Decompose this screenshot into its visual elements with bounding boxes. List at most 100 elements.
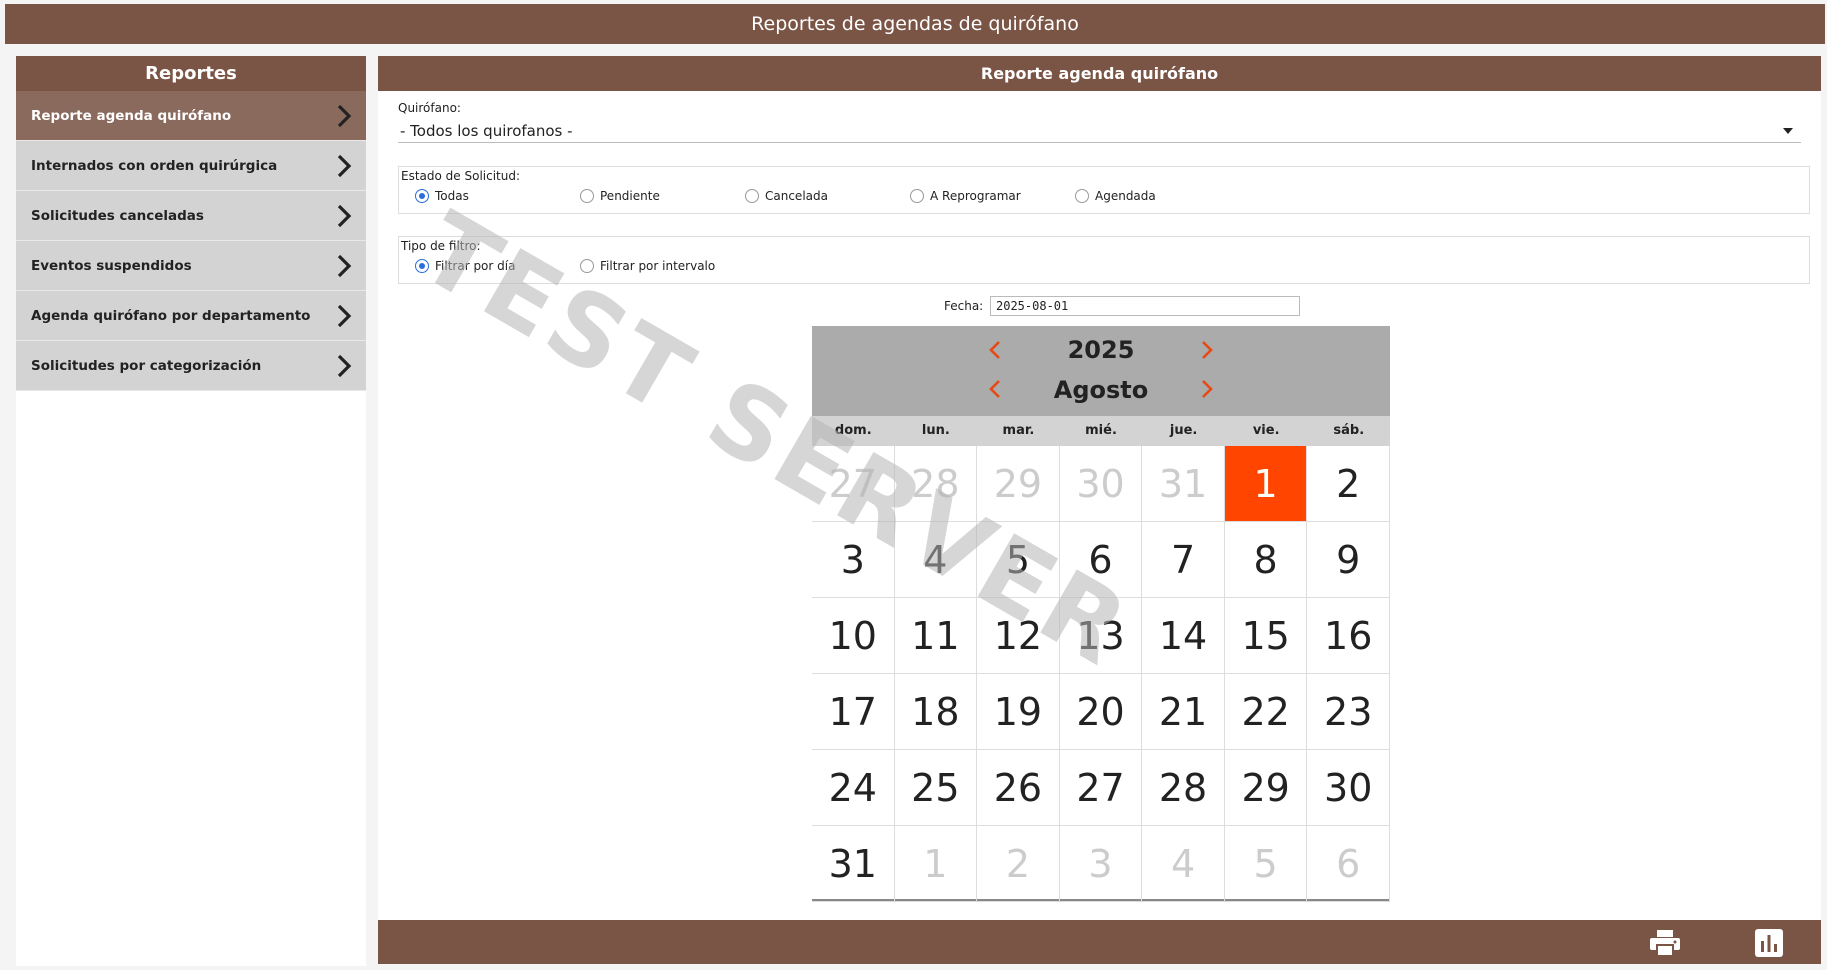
calendar-day-selected[interactable]: 1 <box>1224 446 1308 522</box>
chevron-right-icon <box>337 304 352 327</box>
calendar-day[interactable]: 20 <box>1059 674 1143 750</box>
calendar-day[interactable]: 31 <box>1142 446 1225 522</box>
sidebar-item-4[interactable]: Eventos suspendidos <box>16 241 366 291</box>
sidebar-item-label: Eventos suspendidos <box>31 257 192 274</box>
calendar-day[interactable]: 24 <box>812 750 895 826</box>
sidebar-item-3[interactable]: Solicitudes canceladas <box>16 191 366 241</box>
radio-label: A Reprogramar <box>930 189 1021 203</box>
filtro-radio-1[interactable]: Filtrar por día <box>415 259 580 273</box>
calendar-day[interactable]: 4 <box>1142 826 1225 902</box>
filtro-fieldset: Tipo de filtro: Filtrar por día Filtrar p… <box>398 236 1810 284</box>
calendar-day[interactable]: 26 <box>977 750 1060 826</box>
bar-chart-icon[interactable] <box>1752 928 1786 958</box>
radio-dot-icon <box>1075 189 1089 203</box>
radio-dot-icon <box>415 259 429 273</box>
chevron-right-icon <box>337 254 352 277</box>
calendar-grid: 27 28 29 30 31 1 2 3 4 5 6 7 8 9 10 11 12 13 14 15 16 17 18 19 2… <box>812 446 1390 902</box>
calendar-day[interactable]: 18 <box>894 674 978 750</box>
fecha-input[interactable] <box>990 296 1300 316</box>
chevron-right-icon <box>337 104 352 127</box>
estado-radio-1[interactable]: Todas <box>415 189 580 203</box>
calendar-day[interactable]: 2 <box>1307 446 1390 522</box>
calendar-day[interactable]: 21 <box>1142 674 1225 750</box>
calendar-day[interactable]: 15 <box>1224 598 1308 674</box>
calendar-day[interactable]: 28 <box>1142 750 1225 826</box>
print-icon[interactable] <box>1648 928 1682 958</box>
estado-radio-4[interactable]: A Reprogramar <box>910 189 1075 203</box>
calendar-day[interactable]: 16 <box>1307 598 1390 674</box>
quirofano-select[interactable]: - Todos los quirofanos - <box>398 119 1801 143</box>
calendar-day[interactable]: 6 <box>1307 826 1390 902</box>
filtro-radio-2[interactable]: Filtrar por intervalo <box>580 259 745 273</box>
weekday-header: lun. <box>921 423 950 438</box>
calendar-day[interactable]: 23 <box>1307 674 1390 750</box>
radio-label: Todas <box>435 189 469 203</box>
calendar-day[interactable]: 29 <box>1224 750 1308 826</box>
calendar-day[interactable]: 8 <box>1224 522 1308 598</box>
calendar-day[interactable]: 19 <box>977 674 1060 750</box>
radio-dot-icon <box>910 189 924 203</box>
calendar-day[interactable]: 1 <box>894 826 978 902</box>
radio-dot-icon <box>580 189 594 203</box>
sidebar-item-label: Solicitudes canceladas <box>31 207 204 224</box>
weekday-header: vie. <box>1252 423 1280 438</box>
calendar-day[interactable]: 27 <box>812 446 895 522</box>
sidebar-item-label: Agenda quirófano por departamento <box>31 307 311 324</box>
sidebar-item-1[interactable]: Reporte agenda quirófano <box>16 91 366 141</box>
calendar-day[interactable]: 17 <box>812 674 895 750</box>
radio-label: Cancelada <box>765 189 828 203</box>
calendar-day[interactable]: 30 <box>1307 750 1390 826</box>
calendar-day[interactable]: 25 <box>894 750 978 826</box>
calendar-month: Agosto <box>1053 376 1149 404</box>
estado-radio-2[interactable]: Pendiente <box>580 189 745 203</box>
calendar-day[interactable]: 3 <box>1059 826 1143 902</box>
sidebar-title: Reportes <box>16 56 366 91</box>
calendar-day[interactable]: 5 <box>1224 826 1308 902</box>
calendar-day[interactable]: 30 <box>1059 446 1143 522</box>
filtro-radio-group: Filtrar por día Filtrar por intervalo <box>401 259 1809 273</box>
calendar-day[interactable]: 14 <box>1142 598 1225 674</box>
sidebar-item-label: Solicitudes por categorización <box>31 357 262 374</box>
app-title: Reportes de agendas de quirófano <box>751 13 1079 35</box>
quirofano-field: Quirófano: - Todos los quirofanos - <box>398 101 1801 143</box>
next-year-icon[interactable] <box>1200 339 1214 361</box>
sidebar-list: Reporte agenda quirófano Internados con o… <box>16 91 366 391</box>
chevron-right-icon <box>337 154 352 177</box>
calendar-day[interactable]: 11 <box>894 598 978 674</box>
calendar-day[interactable]: 29 <box>977 446 1060 522</box>
weekday-header: dom. <box>834 423 872 438</box>
footer-bar <box>378 920 1821 964</box>
calendar-day[interactable]: 9 <box>1307 522 1390 598</box>
calendar-day[interactable]: 2 <box>977 826 1060 902</box>
calendar-day[interactable]: 12 <box>977 598 1060 674</box>
calendar-day[interactable]: 28 <box>894 446 978 522</box>
radio-label: Filtrar por día <box>435 259 516 273</box>
calendar: 2025 Agosto dom. lun. mar. mié. jue. vie. sáb.… <box>812 326 1390 902</box>
fecha-row: Fecha: <box>378 296 1821 318</box>
next-month-icon[interactable] <box>1200 378 1214 400</box>
caret-down-icon <box>1783 127 1793 134</box>
weekday-header: jue. <box>1169 423 1198 438</box>
sidebar-item-6[interactable]: Solicitudes por categorización <box>16 341 366 391</box>
weekday-row: dom. lun. mar. mié. jue. vie. sáb. <box>812 416 1390 446</box>
calendar-day[interactable]: 13 <box>1059 598 1143 674</box>
calendar-day[interactable]: 31 <box>812 826 895 902</box>
calendar-day[interactable]: 10 <box>812 598 895 674</box>
calendar-day[interactable]: 6 <box>1059 522 1143 598</box>
calendar-day[interactable]: 5 <box>977 522 1060 598</box>
sidebar-item-label: Internados con orden quirúrgica <box>31 157 278 174</box>
calendar-day[interactable]: 27 <box>1059 750 1143 826</box>
estado-label: Estado de Solicitud: <box>401 169 521 183</box>
radio-dot-icon <box>415 189 429 203</box>
calendar-day[interactable]: 3 <box>812 522 895 598</box>
filtro-label: Tipo de filtro: <box>401 239 481 253</box>
calendar-day[interactable]: 22 <box>1224 674 1308 750</box>
sidebar: Reportes Reporte agenda quirófano Interna… <box>16 56 366 966</box>
estado-radio-5[interactable]: Agendada <box>1075 189 1240 203</box>
radio-dot-icon <box>745 189 759 203</box>
calendar-day[interactable]: 7 <box>1142 522 1225 598</box>
sidebar-item-5[interactable]: Agenda quirófano por departamento <box>16 291 366 341</box>
estado-radio-3[interactable]: Cancelada <box>745 189 910 203</box>
sidebar-item-2[interactable]: Internados con orden quirúrgica <box>16 141 366 191</box>
calendar-day[interactable]: 4 <box>894 522 978 598</box>
